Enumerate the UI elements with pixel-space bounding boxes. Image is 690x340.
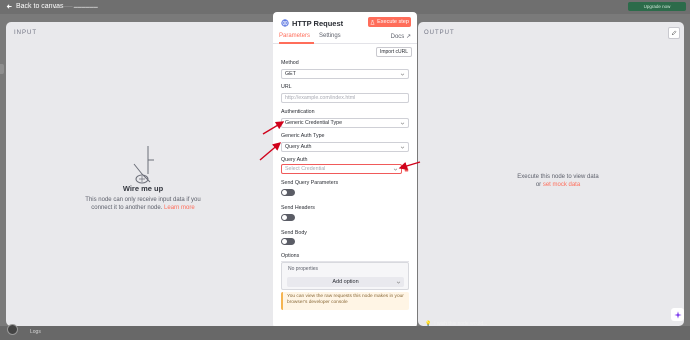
set-mock-data-link[interactable]: set mock data <box>543 182 580 188</box>
query-auth-select[interactable]: Select Credential <box>281 164 402 174</box>
lightbulb-icon: 💡 <box>425 321 432 327</box>
input-panel-title: INPUT <box>14 30 37 36</box>
query-auth-placeholder: Select Credential <box>285 166 326 172</box>
node-title: HTTP Request <box>292 19 344 28</box>
generic-auth-type-label: Generic Auth Type <box>281 133 325 139</box>
input-panel: INPUT Wire me up This node can only rece… <box>6 22 280 326</box>
or-text: or <box>535 182 542 188</box>
options-box: No properties Add option <box>281 262 409 290</box>
output-panel: OUTPUT Execute this node to view data or… <box>418 22 684 326</box>
chevron-down-icon <box>400 146 405 149</box>
output-panel-title: OUTPUT <box>424 30 455 36</box>
execute-to-view-text: Execute this node to view data <box>517 174 599 180</box>
generic-auth-type-select[interactable]: Query Auth <box>281 142 409 152</box>
wish-label: I wish this node would... <box>434 321 488 327</box>
execute-step-label: Execute step <box>377 19 409 25</box>
sparkle-icon <box>673 310 682 319</box>
side-handle[interactable] <box>0 64 4 74</box>
feedback-link[interactable]: 💡 I wish this node would... <box>425 321 487 327</box>
learn-more-link[interactable]: Learn more <box>164 205 195 211</box>
node-details-modal: HTTP Request Execute step Parameters Set… <box>273 12 417 328</box>
authentication-value: Generic Credential Type <box>285 120 343 126</box>
query-auth-label: Query Auth <box>281 157 308 163</box>
url-label: URL <box>281 84 292 90</box>
wire-me-up-title: Wire me up <box>122 184 164 193</box>
pencil-icon <box>671 30 677 36</box>
send-body-label: Send Body <box>281 230 307 236</box>
flask-icon <box>370 19 375 24</box>
method-value: GET <box>285 71 296 77</box>
authentication-select[interactable]: Generic Credential Type <box>281 118 409 128</box>
globe-icon <box>281 19 289 27</box>
no-properties-text: No properties <box>288 266 319 272</box>
send-body-toggle[interactable] <box>281 238 295 245</box>
authentication-label: Authentication <box>281 109 315 115</box>
tab-parameters[interactable]: Parameters <box>279 33 310 39</box>
output-empty-message: Execute this node to view data or set mo… <box>488 173 628 189</box>
external-link-icon: ↗ <box>405 34 411 40</box>
add-option-label: Add option <box>332 279 359 285</box>
add-option-select[interactable]: Add option <box>287 277 404 287</box>
send-query-parameters-label: Send Query Parameters <box>281 180 339 186</box>
docs-link[interactable]: Docs ↗ <box>391 33 411 40</box>
active-tab-indicator <box>279 42 314 44</box>
lock-icon <box>404 166 409 172</box>
generic-auth-type-value: Query Auth <box>285 144 312 150</box>
tab-settings[interactable]: Settings <box>319 33 341 39</box>
logs-toggle[interactable]: Logs <box>30 329 41 335</box>
docs-label: Docs <box>390 34 405 40</box>
method-select[interactable]: GET <box>281 69 409 79</box>
edit-output-button[interactable] <box>668 27 680 39</box>
method-label: Method <box>281 60 299 66</box>
url-input[interactable]: http://example.com/index.html <box>281 93 409 103</box>
chevron-down-icon <box>400 122 405 125</box>
developer-console-hint: You can view the raw requests this node … <box>281 292 409 310</box>
send-headers-label: Send Headers <box>281 205 315 211</box>
ask-ai-button[interactable] <box>671 308 684 321</box>
send-headers-toggle[interactable] <box>281 214 295 221</box>
import-curl-button[interactable]: Import cURL <box>376 47 412 57</box>
chevron-down-icon <box>393 168 398 171</box>
faint-toolbar-text: ▬▬ ─── ▬▬▬▬▬▬ <box>55 4 98 9</box>
options-label: Options <box>281 253 300 259</box>
send-query-parameters-toggle[interactable] <box>281 189 295 196</box>
chevron-down-icon <box>396 281 401 284</box>
avatar[interactable] <box>7 324 18 335</box>
bottom-bar: Logs <box>0 326 690 340</box>
wire-me-up-text: This node can only receive input data if… <box>78 196 208 212</box>
arrow-left-icon <box>6 4 12 9</box>
upgrade-button[interactable]: Upgrade now <box>628 2 686 11</box>
chevron-down-icon <box>400 73 405 76</box>
execute-step-button[interactable]: Execute step <box>368 17 411 27</box>
